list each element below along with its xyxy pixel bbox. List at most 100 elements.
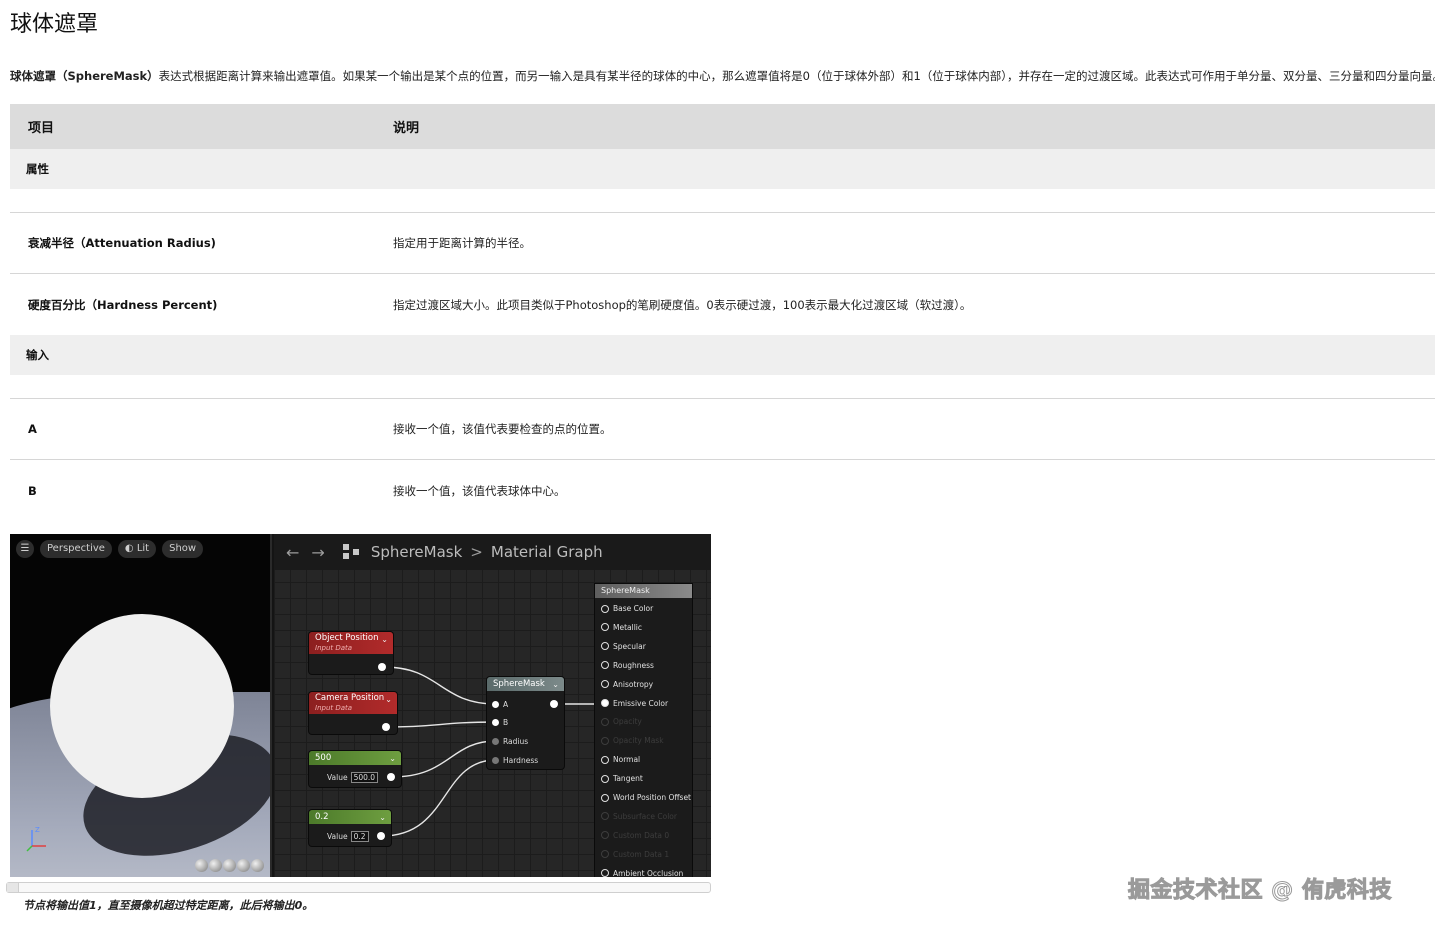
pin-label-a: A [503, 700, 509, 709]
preview-cylinder-icon[interactable] [195, 859, 208, 872]
result-pin[interactable]: Custom Data 0 [601, 831, 669, 840]
result-pin-label: Ambient Occlusion [613, 868, 684, 877]
value-field-row: Value 0.2 [327, 831, 369, 842]
input-pin-radius[interactable] [492, 738, 499, 745]
node-spheremask[interactable]: SphereMask ⌄ A B Radius Hardness [487, 677, 564, 769]
pin-label-hardness: Hardness [503, 756, 539, 765]
result-pin[interactable]: Ambient Occlusion [601, 869, 683, 877]
output-pin[interactable] [387, 773, 395, 781]
lit-button[interactable]: ◐ Lit [117, 540, 157, 558]
input-pin-b[interactable] [492, 719, 499, 726]
chevron-down-icon[interactable]: ⌄ [381, 635, 388, 644]
pin-icon[interactable] [601, 812, 609, 821]
node-title: Camera Position [315, 693, 385, 703]
result-pin[interactable]: Opacity [601, 717, 642, 726]
pin-icon[interactable] [601, 699, 609, 707]
node-header: SphereMask ⌄ [487, 677, 564, 691]
result-pin[interactable]: Custom Data 1 [601, 850, 669, 859]
properties-table: 项目 说明 属性 衰减半径（Attenuation Radius) 指定用于距离… [10, 104, 1435, 521]
intro-term: 球体遮罩（SphereMask） [10, 69, 159, 83]
preview-cube-icon[interactable] [237, 859, 250, 872]
pin-icon[interactable] [601, 717, 609, 726]
result-pin[interactable]: Normal [601, 755, 640, 764]
node-title: SphereMask [493, 679, 545, 689]
intro-text: 表达式根据距离计算来输出遮罩值。如果某一个输出是某个点的位置，而另一输入是具有某… [158, 69, 1435, 83]
node-material-result[interactable]: SphereMask Base Color Metallic Specular Rou… [595, 584, 692, 877]
row-desc: 接收一个值，该值代表要检查的点的位置。 [393, 422, 612, 436]
result-pin[interactable]: Metallic [601, 623, 642, 632]
preview-sphere-icon[interactable] [209, 859, 222, 872]
breadcrumb-spheremask[interactable]: SphereMask [371, 543, 462, 561]
node-object-position[interactable]: Object Position Input Data ⌄ [309, 632, 393, 674]
pin-icon[interactable] [601, 642, 609, 651]
result-pin-label: Base Color [613, 604, 654, 613]
result-pin[interactable]: Specular [601, 642, 646, 651]
result-pin[interactable]: Subsurface Color [601, 812, 677, 821]
node-title: 0.2 [315, 812, 329, 822]
row-item: B [28, 483, 37, 498]
pin-icon[interactable] [601, 774, 609, 783]
result-pin[interactable]: Emissive Color [601, 699, 668, 708]
lit-label: Lit [136, 543, 150, 554]
result-pin[interactable]: Roughness [601, 661, 654, 670]
viewport-toolbar: ☰ Perspective ◐ Lit Show [16, 540, 204, 558]
result-pin-label: Emissive Color [613, 698, 669, 708]
input-pin-hardness[interactable] [492, 757, 499, 764]
result-pin-label: Anisotropy [613, 679, 654, 689]
result-pin[interactable]: Opacity Mask [601, 736, 664, 745]
node-title: Object Position [315, 633, 379, 643]
scrollbar-thumb[interactable] [7, 883, 19, 892]
pin-icon[interactable] [601, 680, 609, 689]
pin-icon[interactable] [601, 755, 609, 764]
output-pin[interactable] [377, 832, 385, 840]
result-pin[interactable]: Tangent [601, 774, 643, 783]
section-properties: 属性 [10, 149, 1435, 189]
result-pin-label: Custom Data 1 [613, 849, 670, 859]
input-pin-a[interactable] [492, 701, 499, 708]
chevron-down-icon[interactable]: ⌄ [385, 695, 392, 704]
node-header: 500 ⌄ [309, 751, 401, 765]
result-pin-label: Roughness [613, 660, 654, 670]
preview-viewport: ☰ Perspective ◐ Lit Show Z [10, 534, 272, 877]
result-pin[interactable]: Anisotropy [601, 680, 653, 689]
node-header: Object Position Input Data ⌄ [309, 632, 393, 654]
output-pin[interactable] [378, 663, 386, 671]
horizontal-scrollbar[interactable] [6, 882, 711, 893]
result-pin[interactable]: World Position Offset [601, 793, 691, 802]
node-header: 0.2 ⌄ [309, 810, 391, 824]
arrow-left-icon[interactable]: ← [286, 543, 299, 562]
table-row: B 接收一个值，该值代表球体中心。 [10, 460, 1435, 521]
pin-icon[interactable] [601, 736, 609, 745]
row-item: 硬度百分比（Hardness Percent) [28, 297, 218, 312]
preview-plane-icon[interactable] [223, 859, 236, 872]
graph-icon [342, 544, 361, 560]
chevron-down-icon[interactable]: ⌄ [552, 680, 559, 690]
pin-icon[interactable] [601, 850, 609, 859]
hamburger-icon[interactable]: ☰ [16, 540, 34, 558]
pin-icon[interactable] [601, 831, 609, 840]
result-pin[interactable]: Base Color [601, 604, 653, 613]
chevron-down-icon[interactable]: ⌄ [389, 754, 396, 764]
pin-icon[interactable] [601, 623, 609, 632]
node-constant-500[interactable]: 500 ⌄ Value 500.0 [309, 751, 401, 787]
perspective-button[interactable]: Perspective [40, 540, 112, 558]
pin-icon[interactable] [601, 793, 609, 802]
node-camera-position[interactable]: Camera Position Input Data ⌄ [309, 692, 397, 734]
show-button[interactable]: Show [162, 540, 204, 558]
pin-icon[interactable] [601, 661, 609, 670]
output-pin[interactable] [550, 700, 558, 708]
value-input[interactable]: 500.0 [350, 772, 379, 783]
arrow-right-icon[interactable]: → [311, 543, 324, 562]
output-pin[interactable] [382, 723, 390, 731]
node-subtitle: Input Data [315, 644, 353, 652]
pin-label-b: B [503, 718, 509, 727]
pin-icon[interactable] [601, 869, 609, 877]
node-constant-0-2[interactable]: 0.2 ⌄ Value 0.2 [309, 810, 391, 846]
value-input[interactable]: 0.2 [350, 831, 369, 842]
chevron-down-icon[interactable]: ⌄ [379, 813, 386, 823]
pin-icon[interactable] [601, 604, 609, 613]
preview-shape-buttons [195, 859, 264, 872]
intro-paragraph: 球体遮罩（SphereMask）表达式根据距离计算来输出遮罩值。如果某一个输出是… [10, 68, 1435, 84]
preview-teapot-icon[interactable] [251, 859, 264, 872]
result-pin-label: Opacity [613, 717, 642, 727]
